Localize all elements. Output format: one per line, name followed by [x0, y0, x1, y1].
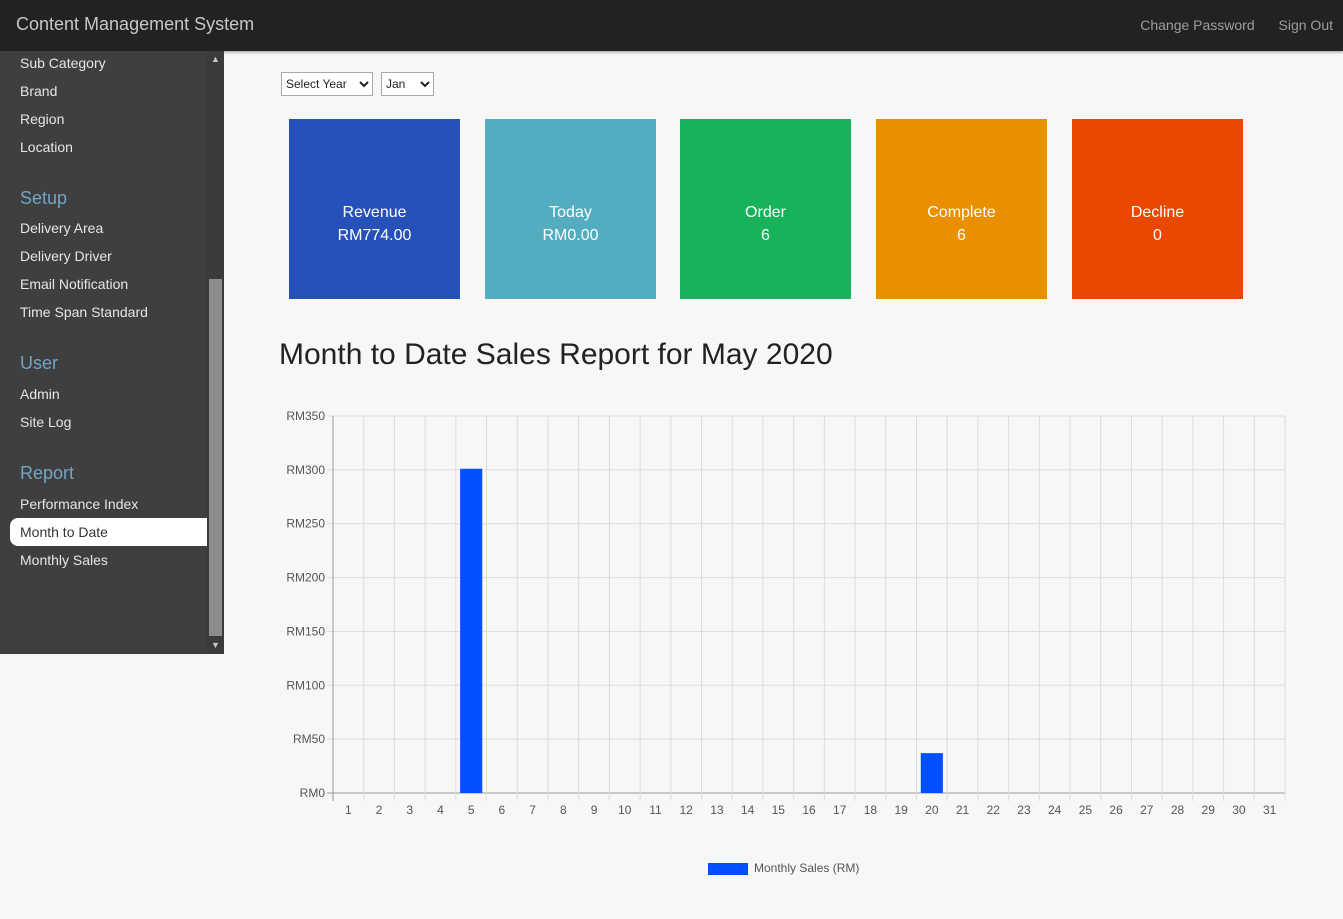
y-tick-label: RM250 [286, 517, 325, 531]
x-tick-label: 22 [987, 803, 1001, 817]
x-tick-label: 7 [529, 803, 536, 817]
bar [460, 468, 483, 793]
sidebar-item-monthly-sales[interactable]: Monthly Sales [10, 548, 207, 576]
y-tick-label: RM0 [300, 786, 326, 800]
legend-swatch [708, 862, 748, 875]
sales-bar-chart: RM0RM50RM100RM150RM200RM250RM300RM3501 2 3… [286, 409, 1286, 817]
x-tick-label: 13 [710, 803, 724, 817]
x-tick-label: 11 [649, 803, 662, 817]
sidebar-menu: Sub Category Brand Region Location Setup… [0, 51, 207, 654]
app-title[interactable]: Content Management System [16, 14, 254, 35]
sidebar-heading-report: Report [20, 463, 75, 483]
x-tick-label: 30 [1232, 803, 1246, 817]
x-tick-label: 2 [376, 803, 383, 817]
x-tick-label: 21 [956, 803, 970, 817]
sidebar-item-email-notification[interactable]: Email Notification [10, 272, 207, 300]
x-tick-label: 25 [1079, 803, 1093, 817]
sidebar-item-admin[interactable]: Admin [10, 382, 207, 410]
x-tick-label: 3 [406, 803, 413, 817]
y-tick-label: RM300 [286, 463, 325, 477]
x-tick-label: 23 [1017, 803, 1031, 817]
y-tick-label: RM150 [286, 624, 325, 638]
sidebar-heading-setup: Setup [20, 188, 68, 208]
x-tick-label: 4 [437, 803, 444, 817]
y-tick-label: RM350 [286, 409, 325, 423]
sidebar-item-delivery-area[interactable]: Delivery Area [10, 216, 207, 244]
sidebar-heading-user: User [20, 353, 59, 373]
main-content: Select Year Jan Revenue RM774.00 Today R… [224, 51, 1343, 919]
y-tick-label: RM200 [286, 571, 325, 585]
x-tick-label: 19 [894, 803, 908, 817]
x-tick-label: 5 [468, 803, 475, 817]
x-tick-label: 8 [560, 803, 567, 817]
x-tick-label: 10 [618, 803, 632, 817]
top-navbar: Content Management System Change Passwor… [0, 0, 1343, 51]
sidebar-item-delivery-driver[interactable]: Delivery Driver [10, 244, 207, 272]
x-tick-label: 28 [1171, 803, 1185, 817]
x-tick-label: 6 [499, 803, 506, 817]
x-tick-label: 16 [802, 803, 816, 817]
sidebar: Sub Category Brand Region Location Setup… [0, 51, 224, 654]
legend-label: Monthly Sales (RM) [754, 861, 860, 875]
x-tick-label: 29 [1202, 803, 1216, 817]
x-tick-label: 12 [679, 803, 693, 817]
sidebar-scrollbar[interactable]: ▲ ▼ [207, 51, 224, 654]
y-tick-label: RM100 [286, 678, 325, 692]
x-tick-label: 14 [741, 803, 755, 817]
scroll-down-icon[interactable]: ▼ [207, 637, 224, 654]
x-tick-label: 24 [1048, 803, 1062, 817]
sidebar-item-brand[interactable]: Brand [10, 79, 207, 107]
sidebar-item-month-to-date[interactable]: Month to Date [10, 518, 207, 546]
x-tick-label: 15 [772, 803, 786, 817]
sidebar-item-sub-category[interactable]: Sub Category [10, 51, 207, 79]
scroll-up-icon[interactable]: ▲ [207, 51, 224, 68]
x-tick-label: 18 [864, 803, 878, 817]
x-tick-label: 26 [1109, 803, 1123, 817]
sidebar-item-time-span-standard[interactable]: Time Span Standard [10, 300, 207, 328]
sidebar-item-performance-index[interactable]: Performance Index [10, 492, 207, 520]
y-tick-label: RM50 [293, 732, 325, 746]
sidebar-item-region[interactable]: Region [10, 107, 207, 135]
bar [920, 753, 943, 793]
scrollbar-thumb[interactable] [209, 279, 222, 636]
chart-legend[interactable]: Monthly Sales (RM) [708, 861, 859, 875]
sidebar-item-site-log[interactable]: Site Log [10, 410, 207, 438]
x-tick-label: 17 [833, 803, 847, 817]
x-tick-label: 1 [345, 803, 352, 817]
sign-out-link[interactable]: Sign Out [1279, 17, 1333, 33]
x-tick-label: 20 [925, 803, 939, 817]
x-tick-label: 27 [1140, 803, 1154, 817]
sidebar-item-location[interactable]: Location [10, 135, 207, 163]
x-tick-label: 9 [591, 803, 598, 817]
change-password-link[interactable]: Change Password [1140, 17, 1254, 33]
x-tick-label: 31 [1263, 803, 1277, 817]
header-links: Change Password Sign Out [1120, 17, 1333, 33]
